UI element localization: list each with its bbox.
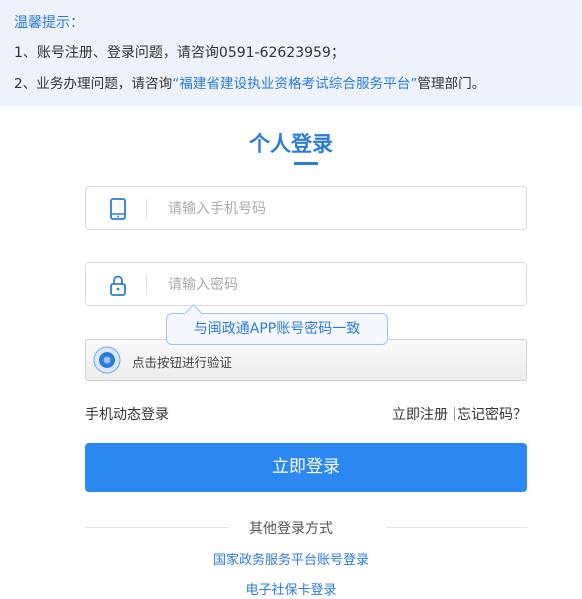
national-gov-login-link[interactable]: 国家政务服务平台账号登录 [0, 549, 582, 568]
link-divider [454, 407, 455, 421]
other-login-title: 其他登录方式 [249, 521, 333, 537]
lock-icon [110, 275, 126, 296]
sms-login-link[interactable]: 手机动态登录 [85, 404, 169, 424]
phone-input[interactable] [166, 195, 510, 223]
notice-platform-name: “福建省建设执业资格考试综合服务平台” [172, 76, 418, 92]
verify-captcha-button[interactable]: 点击按钮进行验证 [85, 339, 527, 381]
notice-line-2-suffix: 管理部门。 [417, 76, 486, 92]
account-links: 立即注册 忘记密码？ [392, 404, 527, 424]
verify-text: 点击按钮进行验证 [132, 355, 233, 370]
notice-line-2-prefix: 2、业务办理问题，请咨询 [14, 76, 173, 92]
page-title: 个人登录 [249, 132, 333, 156]
phone-field-separator [146, 199, 147, 219]
password-field-separator [146, 275, 147, 295]
password-field[interactable] [85, 262, 527, 306]
notice-title: 温馨提示： [14, 15, 84, 31]
password-input[interactable] [166, 271, 510, 299]
phone-icon [110, 198, 126, 220]
social-security-card-login-link[interactable]: 电子社保卡登录 [0, 579, 582, 598]
notice-line-2: 2、业务办理问题，请咨询“福建省建设执业资格考试综合服务平台”管理部门。 [14, 72, 485, 92]
notice-panel: 温馨提示： 1、账号注册、登录问题，请咨询0591-62623959； 2、业务… [0, 0, 582, 106]
register-link[interactable]: 立即注册 [392, 407, 448, 423]
forgot-password-link[interactable]: 忘记密码？ [457, 407, 527, 423]
title-underline [294, 162, 318, 165]
phone-field[interactable] [85, 186, 527, 230]
notice-line-1: 1、账号注册、登录问题，请咨询0591-62623959； [14, 45, 345, 61]
password-hint-tooltip: 与闽政通APP账号密码一致 [166, 313, 388, 345]
login-button[interactable]: 立即登录 [85, 443, 527, 492]
divider-right [386, 527, 527, 528]
verify-knob-icon [93, 346, 121, 374]
